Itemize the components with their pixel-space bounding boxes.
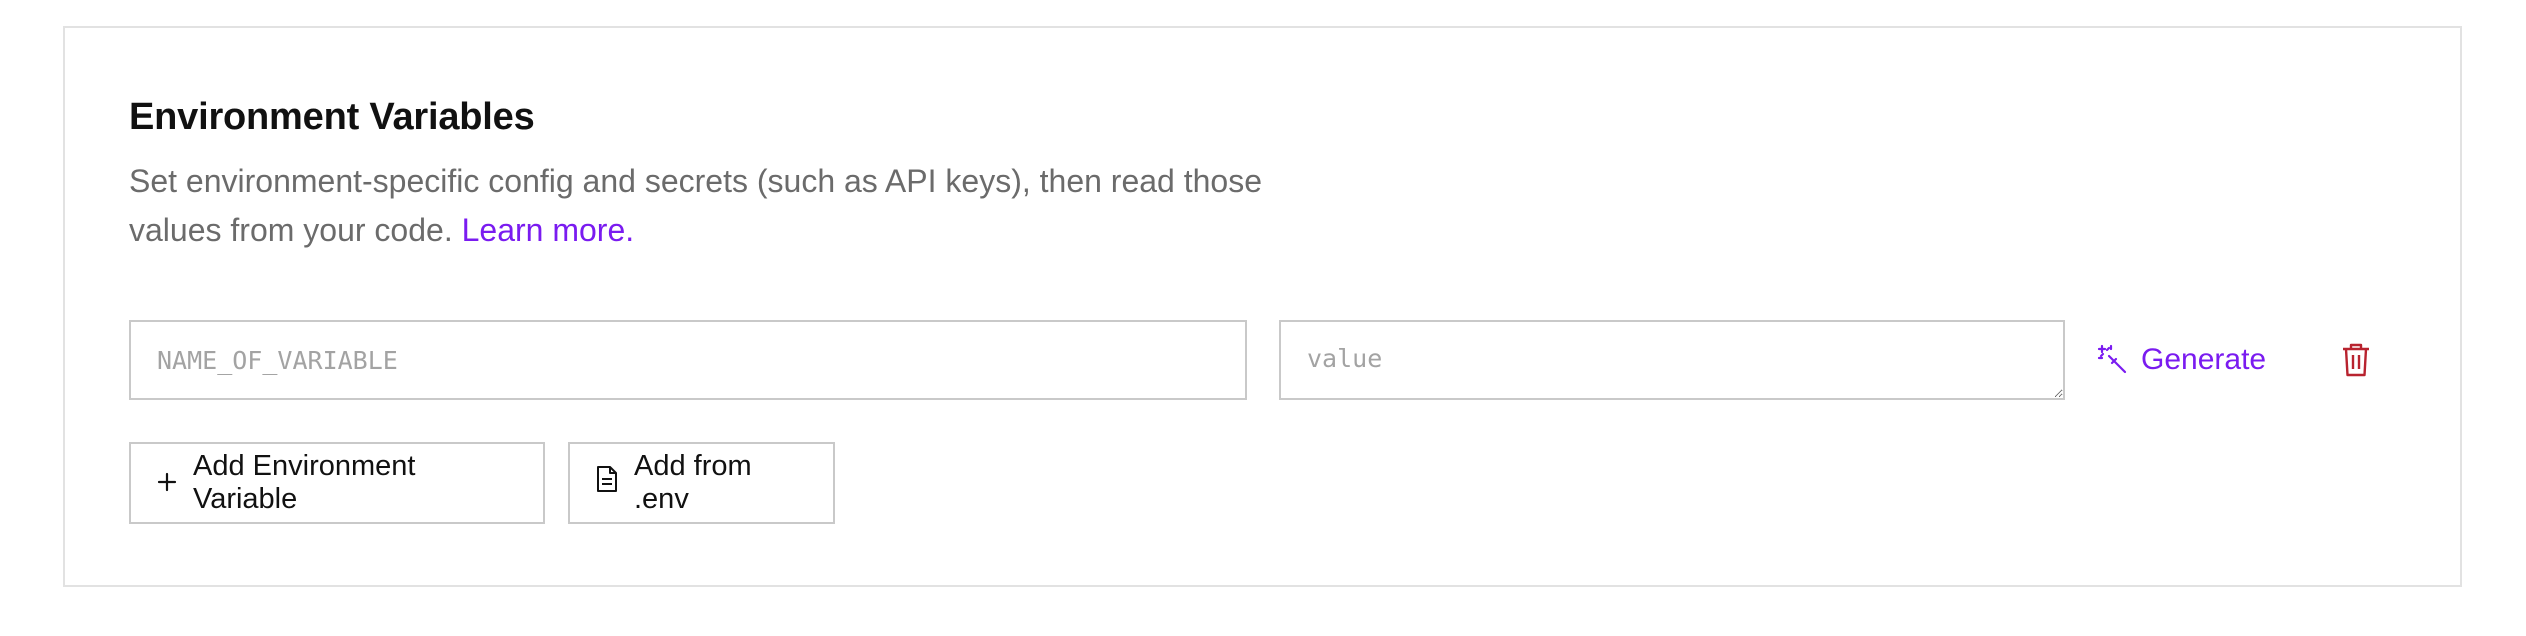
- add-from-env-button[interactable]: Add from .env: [568, 442, 835, 524]
- magic-wand-icon: [2097, 344, 2129, 376]
- delete-variable-button[interactable]: [2340, 342, 2372, 378]
- generate-button[interactable]: Generate: [2097, 336, 2266, 384]
- file-icon: [596, 465, 618, 501]
- add-environment-variable-button[interactable]: Add Environment Variable: [129, 442, 545, 524]
- trash-icon: [2340, 343, 2372, 382]
- variable-name-input[interactable]: [129, 320, 1247, 400]
- variable-value-input[interactable]: [1279, 320, 2065, 400]
- learn-more-link[interactable]: Learn more.: [462, 212, 635, 248]
- add-environment-variable-label: Add Environment Variable: [193, 450, 416, 515]
- generate-label: Generate: [2141, 343, 2267, 376]
- section-description: Set environment-specific config and secr…: [129, 157, 1309, 255]
- add-from-env-label: Add from .env: [634, 450, 752, 515]
- section-title: Environment Variables: [129, 96, 535, 138]
- plus-icon: [157, 467, 177, 500]
- description-text: Set environment-specific config and secr…: [129, 163, 1263, 248]
